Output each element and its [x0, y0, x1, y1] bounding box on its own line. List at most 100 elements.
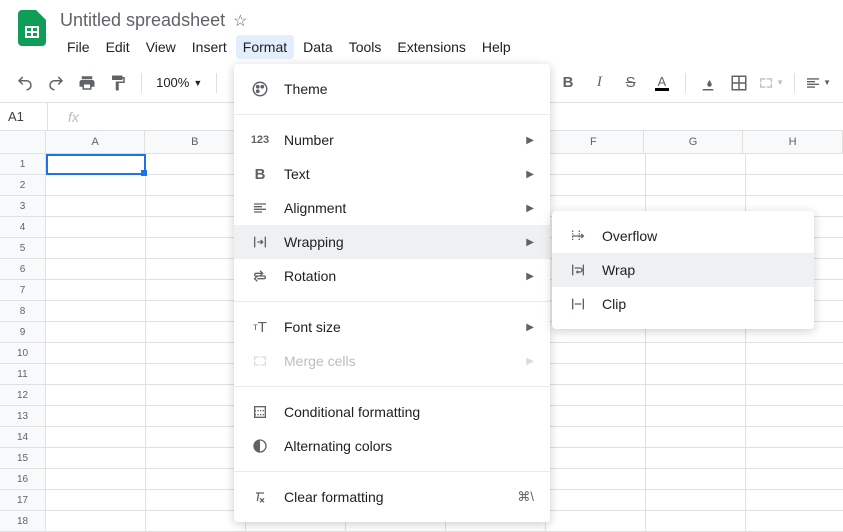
- merge-icon[interactable]: ▼: [758, 70, 784, 96]
- cell[interactable]: [746, 154, 843, 175]
- cell[interactable]: [46, 406, 146, 427]
- menu-wrapping[interactable]: Wrapping ▶: [234, 225, 550, 259]
- cell[interactable]: [146, 196, 246, 217]
- menu-number[interactable]: 123 Number ▶: [234, 123, 550, 157]
- menu-edit[interactable]: Edit: [99, 35, 137, 59]
- menu-clip[interactable]: Clip: [552, 287, 814, 321]
- menu-overflow[interactable]: Overflow: [552, 219, 814, 253]
- row-header[interactable]: 3: [0, 196, 46, 217]
- cell[interactable]: [546, 469, 646, 490]
- cell[interactable]: [146, 364, 246, 385]
- align-icon[interactable]: ▼: [805, 70, 831, 96]
- cell[interactable]: [146, 406, 246, 427]
- cell[interactable]: [746, 175, 843, 196]
- borders-icon[interactable]: [727, 70, 752, 96]
- row-header[interactable]: 9: [0, 322, 46, 343]
- menu-data[interactable]: Data: [296, 35, 340, 59]
- menu-text[interactable]: B Text ▶: [234, 157, 550, 191]
- cell[interactable]: [746, 490, 843, 511]
- cell[interactable]: [46, 385, 146, 406]
- strikethrough-icon[interactable]: S: [618, 70, 643, 96]
- cell[interactable]: [646, 175, 746, 196]
- cell[interactable]: [546, 406, 646, 427]
- cell[interactable]: [146, 217, 246, 238]
- row-header[interactable]: 1: [0, 154, 46, 175]
- menu-conditional-formatting[interactable]: Conditional formatting: [234, 395, 550, 429]
- name-box[interactable]: A1: [0, 103, 48, 130]
- menu-format[interactable]: Format: [236, 35, 294, 59]
- cell[interactable]: [46, 511, 146, 532]
- row-header[interactable]: 2: [0, 175, 46, 196]
- cell[interactable]: [46, 448, 146, 469]
- cell[interactable]: [146, 448, 246, 469]
- cell[interactable]: [146, 385, 246, 406]
- menu-font-size[interactable]: тT Font size ▶: [234, 310, 550, 344]
- row-header[interactable]: 15: [0, 448, 46, 469]
- cell[interactable]: [146, 259, 246, 280]
- cell[interactable]: [146, 427, 246, 448]
- cell[interactable]: [46, 217, 146, 238]
- italic-icon[interactable]: I: [587, 70, 612, 96]
- row-header[interactable]: 6: [0, 259, 46, 280]
- cell[interactable]: [546, 343, 646, 364]
- menu-theme[interactable]: Theme: [234, 72, 550, 106]
- cell[interactable]: [146, 238, 246, 259]
- menu-insert[interactable]: Insert: [185, 35, 234, 59]
- menu-view[interactable]: View: [139, 35, 183, 59]
- menu-file[interactable]: File: [60, 35, 97, 59]
- cell[interactable]: [646, 385, 746, 406]
- cell[interactable]: [646, 490, 746, 511]
- cell[interactable]: [46, 343, 146, 364]
- cell[interactable]: [146, 343, 246, 364]
- col-header[interactable]: H: [743, 131, 843, 153]
- cell[interactable]: [546, 511, 646, 532]
- cell[interactable]: [746, 364, 843, 385]
- cell[interactable]: [146, 280, 246, 301]
- cell[interactable]: [646, 469, 746, 490]
- menu-alternating-colors[interactable]: Alternating colors: [234, 429, 550, 463]
- print-icon[interactable]: [75, 70, 100, 96]
- cell[interactable]: [546, 427, 646, 448]
- col-header[interactable]: F: [544, 131, 644, 153]
- cell[interactable]: [746, 343, 843, 364]
- menu-rotation[interactable]: Rotation ▶: [234, 259, 550, 293]
- cell[interactable]: [646, 448, 746, 469]
- cell[interactable]: [746, 406, 843, 427]
- row-header[interactable]: 16: [0, 469, 46, 490]
- menu-wrap[interactable]: Wrap: [552, 253, 814, 287]
- cell[interactable]: [46, 196, 146, 217]
- select-all-corner[interactable]: [0, 131, 46, 153]
- cell[interactable]: [46, 427, 146, 448]
- col-header[interactable]: A: [46, 131, 146, 153]
- cell[interactable]: [46, 238, 146, 259]
- cell[interactable]: [546, 364, 646, 385]
- cell[interactable]: [46, 301, 146, 322]
- fill-color-icon[interactable]: [696, 70, 721, 96]
- star-icon[interactable]: ☆: [233, 11, 247, 31]
- cell[interactable]: [146, 469, 246, 490]
- menu-help[interactable]: Help: [475, 35, 518, 59]
- cell[interactable]: [46, 364, 146, 385]
- cell[interactable]: [746, 385, 843, 406]
- cell[interactable]: [46, 490, 146, 511]
- cell[interactable]: [546, 490, 646, 511]
- cell[interactable]: [46, 175, 146, 196]
- row-header[interactable]: 5: [0, 238, 46, 259]
- cell[interactable]: [146, 154, 246, 175]
- cell[interactable]: [646, 427, 746, 448]
- bold-icon[interactable]: B: [555, 70, 580, 96]
- cell[interactable]: [746, 448, 843, 469]
- cell[interactable]: [646, 343, 746, 364]
- col-header[interactable]: G: [644, 131, 744, 153]
- cell[interactable]: [46, 259, 146, 280]
- cell[interactable]: [646, 364, 746, 385]
- cell[interactable]: [646, 406, 746, 427]
- cell[interactable]: [746, 427, 843, 448]
- row-header[interactable]: 7: [0, 280, 46, 301]
- menu-clear-formatting[interactable]: Clear formatting ⌘\: [234, 480, 550, 514]
- redo-icon[interactable]: [43, 70, 68, 96]
- row-header[interactable]: 14: [0, 427, 46, 448]
- row-header[interactable]: 17: [0, 490, 46, 511]
- cell[interactable]: [646, 511, 746, 532]
- undo-icon[interactable]: [12, 70, 37, 96]
